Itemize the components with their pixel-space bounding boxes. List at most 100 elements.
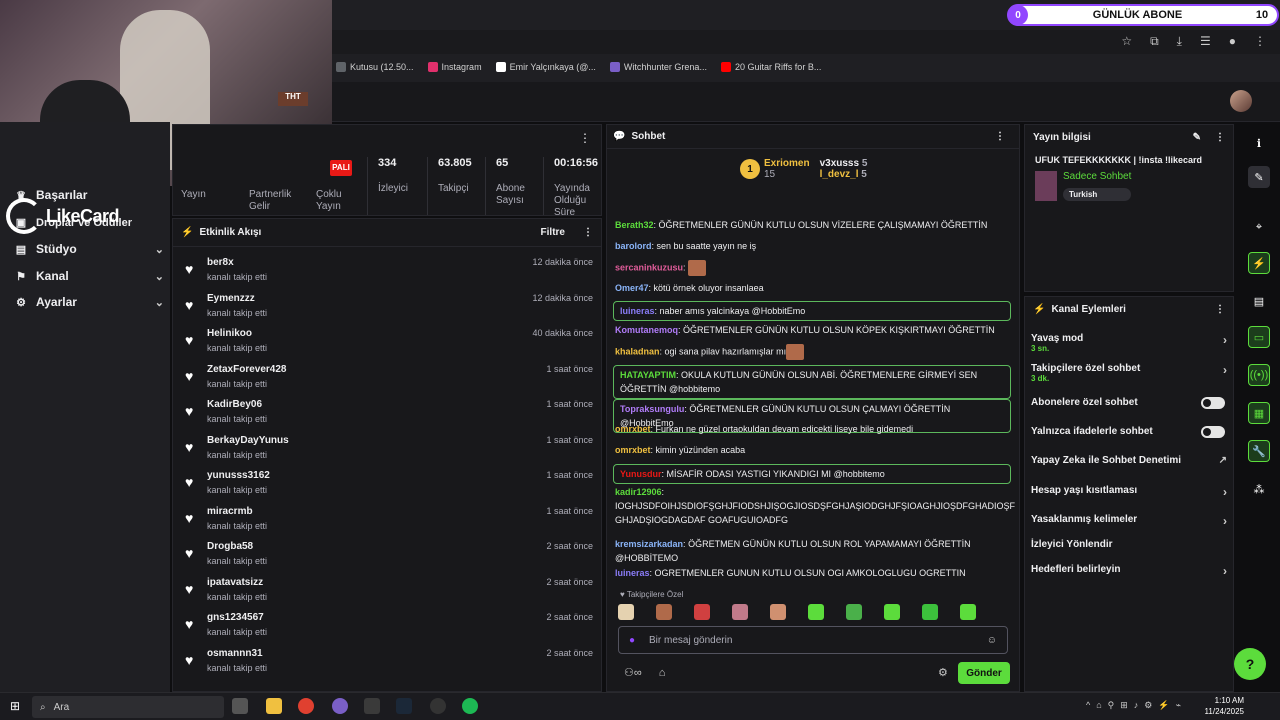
toggle-switch[interactable] — [1201, 426, 1225, 438]
channel-action-row[interactable]: Abonelere özel sohbet — [1031, 397, 1227, 409]
bookmark-item[interactable]: 20 Guitar Riffs for B... — [720, 62, 821, 72]
spotify-icon[interactable] — [462, 698, 478, 714]
channel-action-row[interactable]: İzleyici Yönlendir — [1031, 539, 1227, 550]
emote-icon[interactable] — [732, 604, 748, 620]
steam-icon[interactable] — [396, 698, 412, 714]
broadcast-icon[interactable]: ((•)) — [1248, 364, 1270, 386]
emote-icon[interactable] — [922, 604, 938, 620]
discord-icon[interactable] — [332, 698, 348, 714]
sidebar-item-settings[interactable]: ⚙ Ayarlar ⌄ — [14, 295, 164, 309]
document-icon[interactable]: ▤ — [1248, 290, 1270, 312]
filter-button[interactable]: Filtre — [541, 227, 565, 238]
channel-action-row[interactable]: Yavaş mod 3 sn. › — [1031, 333, 1227, 353]
channel-action-row[interactable]: Takipçilere özel sohbet 3 dk. › — [1031, 363, 1227, 383]
list-item[interactable]: ♥ ber8x kanalı takip etti 12 dakika önce — [183, 255, 593, 289]
info-icon[interactable]: ℹ — [1248, 132, 1270, 154]
tag-chip[interactable]: Turkish — [1063, 188, 1132, 201]
avatar[interactable] — [1230, 90, 1252, 112]
emote-icon[interactable] — [808, 604, 824, 620]
chat-username[interactable]: luineras — [615, 568, 650, 578]
leader-third[interactable]: l_devz_l 5 — [820, 169, 868, 180]
star-icon[interactable]: ☆ — [1121, 34, 1132, 49]
more-icon[interactable]: ⋮ — [1215, 132, 1225, 143]
emote-icon[interactable] — [960, 604, 976, 620]
chat-message[interactable]: khaladnan: ogi sana pilav hazırlamışlar … — [615, 344, 1011, 360]
leader-second[interactable]: v3xusss 5 — [820, 158, 868, 169]
more-icon[interactable]: ⋮ — [1215, 304, 1225, 315]
sidebar-item-channel[interactable]: ⚑ Kanal ⌄ — [14, 269, 164, 283]
group-icon[interactable]: ⁂ — [1248, 478, 1270, 500]
wrench-icon[interactable]: 🔧 — [1248, 440, 1270, 462]
clock[interactable]: 1:10 AM 11/24/2025 — [1205, 695, 1244, 717]
chat-message[interactable]: omrxbet: kimin yüzünden acaba — [615, 443, 1011, 457]
chat-message[interactable]: luineras: OGRETMENLER GUNUN KUTLU OLSUN … — [615, 566, 1011, 580]
chat-message[interactable]: Berath32: ÖĞRETMENLER GÜNÜN KUTLU OLSUN … — [615, 218, 1011, 232]
emote-icon[interactable] — [656, 604, 672, 620]
system-tray[interactable]: ^⌂⚲⊞♪⚙⚡⌁ — [1086, 700, 1187, 711]
list-item[interactable]: ♥ BerkayDayYunus kanalı takip etti 1 saat ö… — [183, 433, 593, 467]
list-item[interactable]: ♥ yunusss3162 kanalı takip etti 1 saat önce — [183, 468, 593, 502]
chat-username[interactable]: HATAYAPTIM — [620, 370, 676, 380]
emote-icon[interactable] — [694, 604, 710, 620]
more-icon[interactable]: ⋮ — [583, 227, 593, 238]
list-item[interactable]: ♥ miracrmb kanalı takip etti 1 saat önce — [183, 504, 593, 538]
chat-message[interactable]: HATAYAPTIM: OKULA KUTLUN GÜNÜN OLSUN ABİ… — [613, 365, 1011, 399]
store-icon[interactable]: ⌂ — [659, 667, 666, 679]
chat-username[interactable]: kremsizarkadan — [615, 539, 683, 549]
toggle-switch[interactable] — [1201, 397, 1225, 409]
channel-action-row[interactable]: Yapay Zeka ile Sohbet Denetimi ↗ — [1031, 455, 1227, 466]
bookmark-item[interactable]: Witchhunter Grena... — [609, 62, 707, 72]
chat-username[interactable]: omrxbet — [615, 424, 651, 434]
sidebar-item-studio[interactable]: ▤ Stüdyo ⌄ — [14, 242, 164, 256]
taskbar-search[interactable]: ⌕ Ara — [32, 696, 224, 718]
more-icon[interactable]: ⋮ — [995, 131, 1005, 142]
chat-message[interactable]: sercaninkuzusu: — [615, 260, 1011, 276]
bookmark-item[interactable]: Emir Yalçınkaya (@... — [495, 62, 596, 72]
list-item[interactable]: ♥ ZetaxForever428 kanalı takip etti 1 saat … — [183, 362, 593, 396]
playlist-icon[interactable]: ☰ — [1200, 34, 1211, 49]
chat-username[interactable]: sercaninkuzusu — [615, 262, 683, 272]
chat-username[interactable]: barolord — [615, 241, 652, 251]
mic-icon[interactable]: ● — [629, 635, 635, 646]
channel-action-row[interactable]: Hedefleri belirleyin › — [1031, 564, 1227, 578]
bookmark-item[interactable]: Kutusu (12.50... — [336, 62, 414, 72]
list-item[interactable]: ♥ ipatavatsizz kanalı takip etti 2 saat önc… — [183, 575, 593, 609]
chat-username[interactable]: luineras — [620, 306, 655, 316]
emoji-icon[interactable]: ☺ — [987, 635, 997, 646]
chat-message[interactable]: Komutanemoq: ÖĞRETMENLER GÜNÜN KUTLU OLS… — [615, 323, 1011, 337]
chat-input[interactable]: ● Bir mesaj gönderin ☺ — [618, 626, 1008, 654]
task-view-icon[interactable] — [232, 698, 248, 714]
leader-first[interactable]: 1 Exriomen 15 — [740, 158, 810, 180]
emote-icon[interactable] — [770, 604, 786, 620]
download-icon[interactable]: ⤓ — [1177, 34, 1182, 49]
bookmark-item[interactable]: Instagram — [427, 62, 482, 72]
category-link[interactable]: Sadece Sohbet — [1063, 171, 1131, 182]
chat-message[interactable]: luineras: naber amıs yalcinkaya @HobbitE… — [613, 301, 1011, 321]
chat-username[interactable]: omrxbet — [615, 445, 651, 455]
list-item[interactable]: ♥ Helinikoo kanalı takip etti 40 dakika önc… — [183, 326, 593, 360]
more-icon[interactable]: ⋮ — [579, 131, 591, 145]
chat-username[interactable]: Topraksungulu — [620, 404, 684, 414]
chat-message[interactable]: omrxbet: Furkan ne güzel ortaokuldan dev… — [615, 422, 1011, 436]
chat-message[interactable]: barolord: sen bu saatte yayın ne iş — [615, 239, 1011, 253]
profile-icon[interactable]: ● — [1229, 34, 1236, 49]
channel-action-row[interactable]: Yasaklanmış kelimeler › — [1031, 514, 1227, 528]
chat-username[interactable]: Berath32 — [615, 220, 654, 230]
list-item[interactable]: ♥ Drogba58 kanalı takip etti 2 saat önce — [183, 539, 593, 573]
chat-username[interactable]: Omer47 — [615, 283, 649, 293]
help-button[interactable]: ? — [1234, 648, 1266, 680]
emote-icon[interactable] — [846, 604, 862, 620]
list-item[interactable]: ♥ KadirBey06 kanalı takip etti 1 saat önce — [183, 397, 593, 431]
xbox-icon[interactable] — [364, 698, 380, 714]
chat-username[interactable]: kadir12906 — [615, 487, 662, 497]
chat-username[interactable]: Yunusdur — [620, 469, 662, 479]
chat-message[interactable]: Omer47: kötü örnek oluyor insanlaea — [615, 281, 1011, 295]
send-button[interactable]: Gönder — [958, 662, 1010, 684]
chat-icon[interactable]: ▭ — [1248, 326, 1270, 348]
channel-action-row[interactable]: Hesap yaşı kısıtlaması › — [1031, 485, 1227, 499]
edit-icon[interactable]: ✎ — [1248, 166, 1270, 188]
emote-icon[interactable] — [618, 604, 634, 620]
chat-message[interactable]: kremsizarkadan: ÖĞRETMEN GÜNÜN KUTLU OLS… — [615, 537, 1011, 565]
chat-username[interactable]: khaladnan — [615, 346, 660, 356]
list-item[interactable]: ♥ osmannn31 kanalı takip etti 2 saat önce — [183, 646, 593, 680]
